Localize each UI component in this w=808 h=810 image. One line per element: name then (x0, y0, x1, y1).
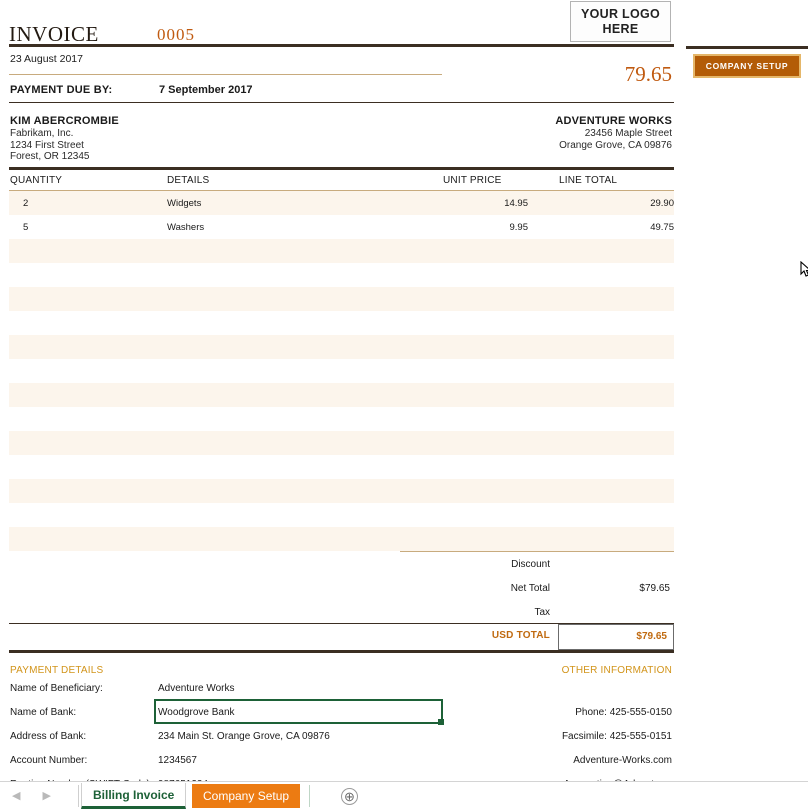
tab-company-setup[interactable]: Company Setup (192, 784, 300, 808)
table-row[interactable] (9, 263, 674, 287)
discount-label: Discount (430, 559, 550, 570)
right-pane: COMPANY SETUP (686, 0, 808, 782)
divider-under-due (9, 102, 674, 103)
selected-cell-fill-handle[interactable] (438, 719, 444, 725)
usd-total-box: $79.65 (558, 624, 674, 650)
divider-under-usd-total (9, 650, 674, 653)
sheet-nav-arrows: ◀ ▶ (4, 787, 70, 805)
table-row[interactable] (9, 431, 674, 455)
payment-detail-label: Account Number: (10, 755, 87, 766)
invoice-date[interactable]: 23 August 2017 (10, 53, 83, 65)
table-row[interactable] (9, 479, 674, 503)
company-setup-button[interactable]: COMPANY SETUP (693, 54, 801, 78)
invoice-number[interactable]: 0005 (157, 25, 195, 45)
spreadsheet-app: YOUR LOGO HERE INVOICE 0005 23 August 20… (0, 0, 808, 810)
divider-under-date (9, 74, 442, 75)
table-row[interactable] (9, 383, 674, 407)
table-row[interactable]: 5Washers9.9549.75 (9, 215, 674, 239)
bill-to-city[interactable]: Forest, OR 12345 (10, 151, 89, 163)
net-total-value: $79.65 (560, 583, 670, 594)
tab-billing-invoice[interactable]: Billing Invoice (81, 783, 186, 809)
table-row[interactable] (9, 455, 674, 479)
payment-detail-value[interactable]: Adventure Works (158, 683, 235, 694)
table-row[interactable] (9, 527, 674, 551)
payment-due-label: PAYMENT DUE BY: (10, 84, 112, 96)
table-row[interactable] (9, 359, 674, 383)
table-row[interactable] (9, 335, 674, 359)
add-sheet-icon[interactable]: ⊕ (341, 788, 358, 805)
right-pane-divider (686, 46, 808, 49)
net-total-label: Net Total (430, 583, 550, 594)
payment-detail-label: Name of Bank: (10, 707, 76, 718)
other-information-row[interactable]: Phone: 425-555-0150 (575, 707, 672, 718)
bill-to-street[interactable]: 1234 First Street (10, 140, 89, 152)
usd-total-label: USD TOTAL (430, 630, 550, 641)
table-row[interactable] (9, 239, 674, 263)
bill-from-city[interactable]: Orange Grove, CA 09876 (559, 140, 672, 152)
logo-line-1: YOUR LOGO (581, 7, 660, 22)
payment-due-date[interactable]: 7 September 2017 (159, 84, 253, 96)
prev-sheet-icon[interactable]: ◀ (12, 791, 20, 802)
payment-detail-row: Name of Bank:Woodgrove Bank (10, 707, 76, 718)
sheet-tab-bar: ◀ ▶ Billing Invoice Company Setup ⊕ (0, 781, 808, 810)
table-row[interactable] (9, 503, 674, 527)
invoice-sheet: YOUR LOGO HERE INVOICE 0005 23 August 20… (0, 0, 686, 782)
cell-line-total[interactable]: 49.75 (9, 222, 678, 233)
other-information-title: OTHER INFORMATION (562, 665, 672, 676)
payment-details-title: PAYMENT DETAILS (10, 665, 103, 676)
bill-from-street[interactable]: 23456 Maple Street (559, 128, 672, 140)
table-row[interactable] (9, 407, 674, 431)
invoice-grand-amount: 79.65 (625, 62, 672, 87)
logo-placeholder[interactable]: YOUR LOGO HERE (570, 1, 671, 42)
cell-line-total[interactable]: 29.90 (9, 198, 678, 209)
col-header-details: DETAILS (167, 175, 209, 186)
payment-detail-value[interactable]: 1234567 (158, 755, 197, 766)
table-row[interactable] (9, 311, 674, 335)
payment-detail-value[interactable]: Woodgrove Bank (158, 707, 235, 718)
bill-to-name[interactable]: KIM ABERCROMBIE (10, 115, 119, 127)
payment-detail-label: Address of Bank: (10, 731, 86, 742)
payment-detail-row: Account Number:1234567 (10, 755, 87, 766)
line-items-table: 2Widgets14.9529.905Washers9.9549.75 (9, 191, 674, 551)
col-header-line-total: LINE TOTAL (559, 175, 617, 186)
bill-from-address: 23456 Maple Street Orange Grove, CA 0987… (559, 128, 672, 151)
payment-detail-row: Name of Beneficiary:Adventure Works (10, 683, 103, 694)
tab-separator-left (78, 785, 79, 807)
mouse-cursor-icon (800, 261, 808, 279)
other-information-row[interactable]: Adventure-Works.com (573, 755, 672, 766)
logo-line-2: HERE (603, 22, 639, 37)
divider-above-totals (400, 551, 674, 552)
payment-detail-value[interactable]: 234 Main St. Orange Grove, CA 09876 (158, 731, 330, 742)
payment-detail-row: Address of Bank:234 Main St. Orange Grov… (10, 731, 86, 742)
bill-from-name[interactable]: ADVENTURE WORKS (555, 115, 672, 127)
next-sheet-icon[interactable]: ▶ (42, 791, 50, 802)
col-header-quantity: QUANTITY (10, 175, 62, 186)
col-header-unit-price: UNIT PRICE (443, 175, 502, 186)
table-row[interactable] (9, 287, 674, 311)
tab-separator-right (309, 785, 310, 807)
usd-total-value: $79.65 (636, 631, 667, 642)
bill-to-address: Fabrikam, Inc. 1234 First Street Forest,… (10, 128, 89, 163)
tax-label: Tax (430, 607, 550, 618)
table-row[interactable]: 2Widgets14.9529.90 (9, 191, 674, 215)
payment-detail-label: Name of Beneficiary: (10, 683, 103, 694)
divider-above-table (9, 167, 674, 170)
other-information-row[interactable]: Facsimile: 425-555-0151 (562, 731, 672, 742)
divider-under-title (9, 44, 674, 47)
bill-to-company[interactable]: Fabrikam, Inc. (10, 128, 89, 140)
